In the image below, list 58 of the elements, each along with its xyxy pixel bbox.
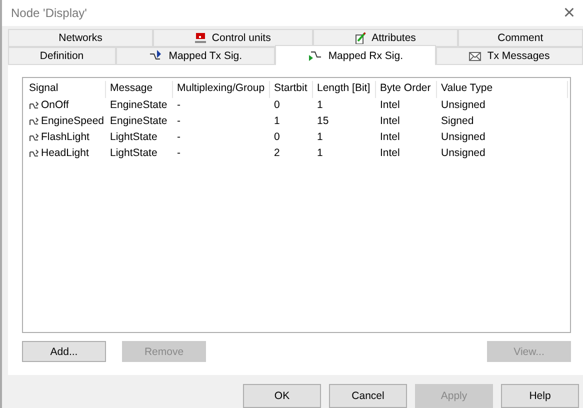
table-cell-text: 1 [273,114,281,129]
tab[interactable]: Tx Messages [436,47,583,65]
signal-cell[interactable]: OnOff [25,98,106,114]
signal-cell[interactable]: HeadLight [25,146,106,162]
table-cell-text: LightState [109,130,158,145]
table-cell-text: - [176,98,182,113]
envelope-icon [469,52,482,60]
table-cell-text: - [176,114,182,129]
table-cell-text: 15 [316,114,330,129]
column-header[interactable]: Value Type [437,81,568,98]
column-header[interactable]: Multiplexing/Group [173,81,270,98]
dialog-button[interactable]: OK [243,384,321,408]
table-cell-text: Intel [379,130,401,145]
signal-cell[interactable]: FlashLight [25,130,106,146]
column-header[interactable]: Message [106,81,173,98]
signal-icon [29,149,39,158]
tab[interactable]: Attributes [312,29,458,47]
table-cell-text: 1 [316,98,324,113]
table-cell-text: EngineState [109,114,168,129]
dialog-button[interactable]: Cancel [329,384,407,408]
table-cell-text: Unsigned [440,130,486,145]
tab[interactable]: Control units [152,29,313,47]
tab[interactable]: Networks [8,29,153,47]
table-cell-text: 0 [273,98,281,113]
table-cell-text: Signed [440,114,475,129]
signal-transfer-icon [148,50,163,62]
pencil-icon [354,32,366,44]
column-header[interactable]: Signal [25,81,106,98]
signal-icon [29,101,39,110]
tab[interactable]: Comment [458,29,583,47]
tab[interactable]: Mapped Tx Sig. [116,47,276,65]
signal-receive-icon [308,50,322,62]
table-cell-text: - [176,146,182,161]
monitor-icon [194,33,206,43]
table-cell-text: 2 [273,146,281,161]
table-cell-text: 1 [316,146,324,161]
signal-icon [29,133,39,142]
table-cell-text: Unsigned [440,98,486,113]
window-title: Node 'Display' [11,6,87,20]
column-header[interactable]: Length [Bit] [313,81,376,98]
table-cell-text: Intel [379,114,401,129]
table-cell-text: Intel [379,98,401,113]
table-cell-text: EngineState [109,98,168,113]
table-cell-text: LightState [109,146,158,161]
dialog-button[interactable]: Help [501,384,579,408]
close-button[interactable]: × [563,2,575,24]
table-cell-text: Intel [379,146,401,161]
table-cell-text: Unsigned [440,146,486,161]
signal-icon [29,117,39,126]
tab[interactable]: Definition [8,47,116,65]
signal-cell[interactable]: EngineSpeed [25,114,106,130]
table-cell-text: 1 [316,130,324,145]
list-button[interactable]: Add... [22,341,106,362]
table-cell-text: - [176,130,182,145]
tab[interactable]: Mapped Rx Sig. [275,45,436,65]
table-cell-text: 0 [273,130,281,145]
column-header[interactable]: Byte Order [376,81,437,98]
column-header[interactable]: Startbit [270,81,313,98]
